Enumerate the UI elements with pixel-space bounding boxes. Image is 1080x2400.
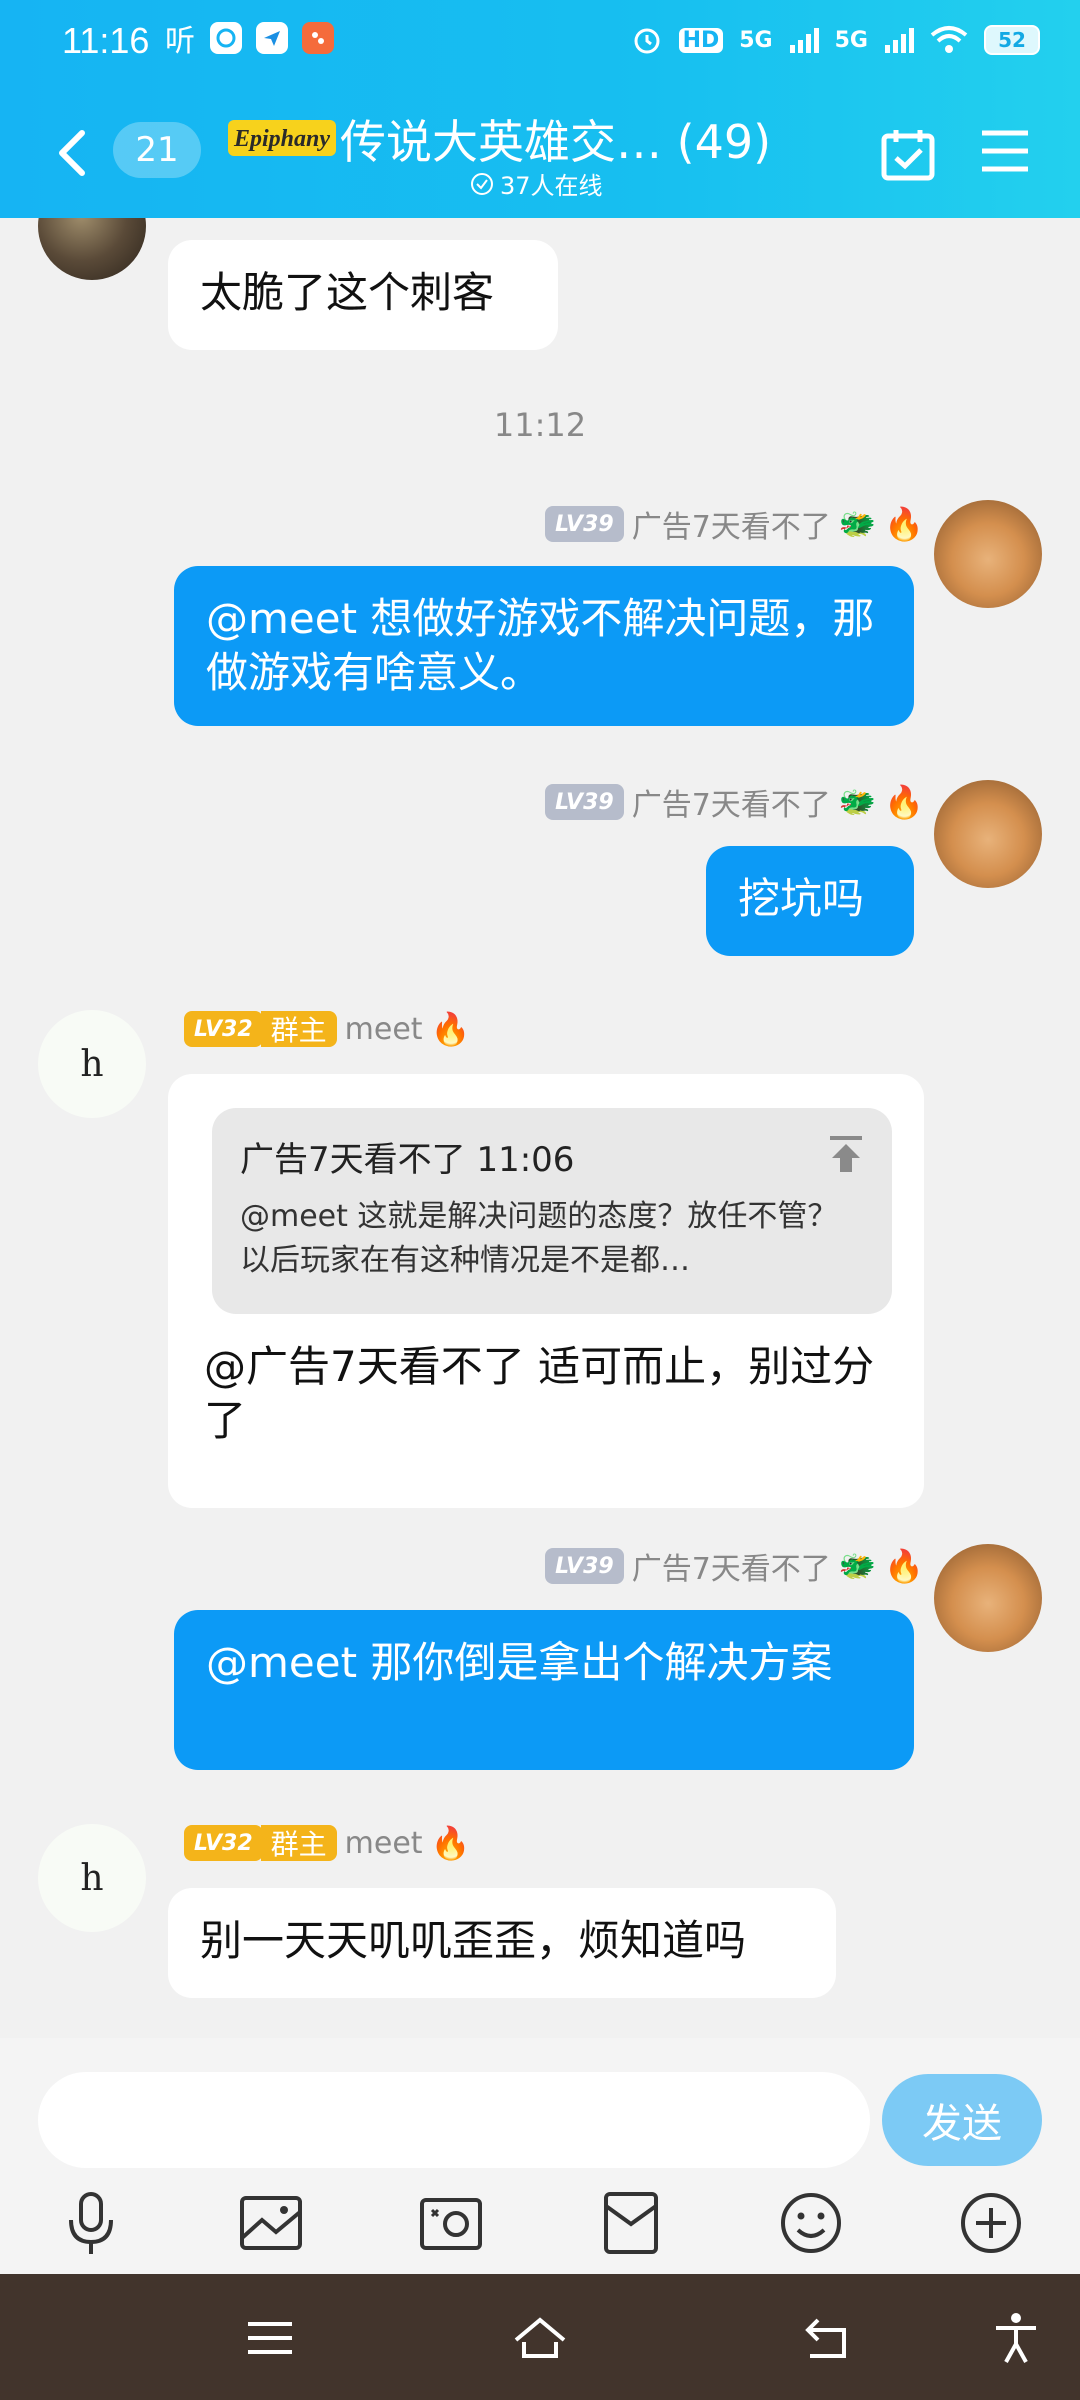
level-badge: LV39: [545, 1548, 624, 1584]
message-bubble[interactable]: @meet 想做好游戏不解决问题，那做游戏有啥意义。: [174, 566, 914, 726]
sender-meta: LV32 群主 meet 🔥: [184, 1824, 470, 1862]
signal-bars-icon: [789, 28, 819, 53]
avatar[interactable]: [934, 1544, 1042, 1652]
back-nav-icon[interactable]: [798, 2310, 854, 2366]
accessibility-icon[interactable]: [988, 2310, 1044, 2366]
image-icon[interactable]: [236, 2188, 306, 2258]
back-icon[interactable]: [52, 128, 92, 178]
alarm-icon: [634, 28, 660, 54]
chat-message-list[interactable]: 太脆了这个刺客 11:12 LV39 广告7天看不了 🐲 🔥 @meet 想做好…: [0, 218, 1080, 2038]
dragon-icon: 🐲: [838, 506, 877, 542]
app-icon: [302, 22, 334, 54]
status-time: 11:16: [62, 20, 150, 61]
sender-meta: LV32 群主 meet 🔥: [184, 1010, 470, 1048]
quoted-message[interactable]: 广告7天看不了 11:06 @meet 这就是解决问题的态度？放任不管？以后玩家…: [212, 1108, 892, 1314]
fire-icon: 🔥: [884, 505, 924, 543]
check-circle-icon: [471, 172, 493, 195]
top-bar: 11:16 听 HD 5G 5G 52 21 Epiphany 传说大英雄交… …: [0, 0, 1080, 218]
group-owner-badge: 群主: [260, 1825, 337, 1861]
wifi-icon: [930, 26, 968, 53]
message-timestamp: 11:12: [493, 406, 587, 444]
browser-icon: [210, 22, 242, 54]
level-badge: LV39: [545, 784, 624, 820]
input-toolbar: [0, 2188, 1080, 2264]
status-right-icons: HD 5G 5G 52: [631, 24, 1040, 56]
sender-meta: LV39 广告7天看不了 🐲 🔥: [545, 1544, 924, 1588]
sender-meta: LV39 广告7天看不了 🐲 🔥: [545, 502, 924, 546]
online-count: 37人在线: [500, 172, 603, 200]
avatar[interactable]: h: [38, 1010, 146, 1118]
message-bubble[interactable]: 挖坑吗: [706, 846, 914, 956]
status-left-icons: 听: [164, 22, 334, 59]
fire-icon: 🔥: [430, 1824, 471, 1862]
input-bar: 发送: [0, 2038, 1080, 2274]
sender-name: 广告7天看不了: [631, 788, 831, 823]
home-icon[interactable]: [512, 2310, 568, 2366]
dragon-icon: 🐲: [838, 1548, 877, 1584]
system-nav-bar: [0, 2274, 1080, 2400]
sender-name: 广告7天看不了: [631, 1552, 831, 1587]
red-packet-icon[interactable]: [596, 2188, 666, 2258]
signal-5g-icon-2: 5G: [834, 27, 868, 53]
avatar[interactable]: [934, 780, 1042, 888]
quoted-message-body: @meet 这就是解决问题的态度？放任不管？以后玩家在有这种情况是不是都…: [240, 1199, 838, 1278]
menu-icon[interactable]: [980, 128, 1030, 174]
message-bubble[interactable]: 太脆了这个刺客: [168, 240, 558, 350]
jump-to-top-icon[interactable]: [826, 1134, 866, 1174]
recent-apps-icon[interactable]: [242, 2310, 298, 2366]
hd-icon: HD: [678, 27, 724, 53]
emoji-icon[interactable]: [776, 2188, 846, 2258]
send-icon: [256, 22, 288, 54]
sender-name: meet: [344, 1825, 423, 1861]
calendar-check-icon[interactable]: [880, 126, 936, 182]
signal-5g-icon: 5G: [739, 27, 773, 53]
group-owner-badge: 群主: [260, 1011, 337, 1047]
ting-icon: 听: [165, 24, 195, 59]
avatar[interactable]: [38, 218, 146, 280]
chat-header: 21 Epiphany 传说大英雄交… (49) 37人在线: [0, 92, 1080, 212]
online-status: 37人在线: [470, 166, 603, 201]
dragon-icon: 🐲: [838, 784, 877, 820]
chat-title[interactable]: 传说大英雄交… (49): [340, 106, 771, 172]
sender-name: 广告7天看不了: [631, 510, 831, 545]
message-input[interactable]: [38, 2072, 870, 2168]
signal-bars-icon-2: [885, 28, 914, 53]
level-badge: LV32: [184, 1011, 263, 1047]
fire-icon: 🔥: [430, 1010, 471, 1048]
message-bubble[interactable]: 别一天天叽叽歪歪，烦知道吗: [168, 1888, 836, 1998]
message-bubble[interactable]: @meet 那你倒是拿出个解决方案: [174, 1610, 914, 1770]
level-badge: LV39: [545, 506, 624, 542]
sender-name: meet: [344, 1011, 423, 1047]
quoted-message-header: 广告7天看不了 11:06: [240, 1140, 575, 1180]
camera-icon[interactable]: [416, 2188, 486, 2258]
microphone-icon[interactable]: [56, 2188, 126, 2258]
battery-indicator: 52: [984, 25, 1040, 55]
send-button[interactable]: 发送: [882, 2074, 1042, 2166]
avatar[interactable]: [934, 500, 1042, 608]
fire-icon: 🔥: [884, 1547, 924, 1585]
message-text: @广告7天看不了 适可而止，别过分了: [204, 1342, 875, 1445]
plus-icon[interactable]: [956, 2188, 1026, 2258]
group-logo: Epiphany: [228, 120, 336, 156]
status-bar: 11:16 听 HD 5G 5G 52: [0, 0, 1080, 82]
level-badge: LV32: [184, 1825, 263, 1861]
unread-count-badge[interactable]: 21: [113, 122, 201, 178]
sender-meta: LV39 广告7天看不了 🐲 🔥: [545, 780, 924, 824]
avatar[interactable]: h: [38, 1824, 146, 1932]
group-logo-text: Epiphany: [233, 126, 330, 152]
fire-icon: 🔥: [884, 783, 924, 821]
